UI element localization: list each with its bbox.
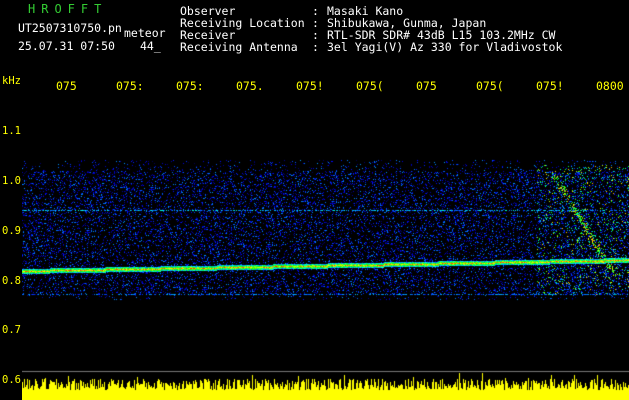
info-label-antenna: Receiving Antenna: [180, 40, 298, 54]
freq-tick: 0.6: [2, 374, 21, 386]
freq-unit-label: kHz: [2, 75, 21, 87]
file-name: UT2507310750.pn: [18, 21, 122, 35]
freq-tick: 0.8: [2, 275, 21, 287]
time-tick: 075(: [476, 79, 504, 93]
time-tick: 075!: [296, 79, 324, 93]
info-value-antenna: 3el Yagi(V) Az 330 for Vladivostok: [327, 40, 563, 54]
time-tick: 075: [416, 79, 437, 93]
time-tick: 075:: [116, 79, 144, 93]
time-tick: 075(: [356, 79, 384, 93]
time-tick: 075: [56, 79, 77, 93]
observation-datetime: 25.07.31 07:50: [18, 39, 115, 53]
detection-count: 44_: [140, 39, 161, 53]
time-tick: 075.: [236, 79, 264, 93]
freq-tick: 0.7: [2, 324, 21, 336]
colon-3: :: [312, 40, 319, 54]
app-title: HROFFT: [28, 2, 108, 16]
freq-tick: 1.0: [2, 175, 21, 187]
time-tick: 0800: [596, 79, 624, 93]
freq-tick: 1.1: [2, 125, 21, 137]
time-tick: 075:: [176, 79, 204, 93]
spectrogram-waterfall: [22, 100, 629, 400]
mode-label: meteor: [124, 26, 166, 40]
time-tick: 075!: [536, 79, 564, 93]
freq-tick: 0.9: [2, 225, 21, 237]
